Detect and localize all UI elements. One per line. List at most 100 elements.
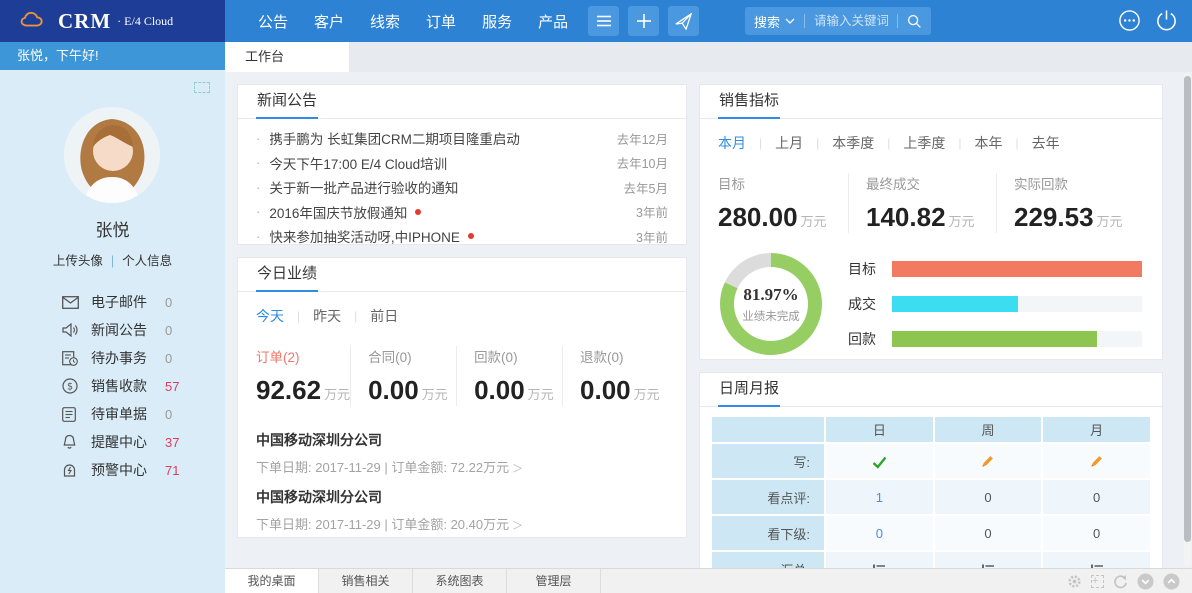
greeting-bar: 张悦，下午好!	[0, 42, 225, 70]
alarm-icon	[62, 462, 79, 479]
tab-workspace[interactable]: 工作台	[225, 42, 349, 72]
bar-collected: 回款	[848, 329, 1142, 349]
menu-hamburger-button[interactable]	[588, 6, 619, 36]
tab-sales-related[interactable]: 销售相关	[319, 569, 413, 593]
sidebar-item-email[interactable]: 电子邮件 0	[0, 288, 225, 316]
gear-icon	[1067, 574, 1082, 589]
hamburger-icon	[596, 15, 612, 27]
news-item[interactable]: · 快来参加抽奖活动呀,中IPHONE 3年前	[256, 224, 668, 249]
bell-icon	[62, 434, 79, 451]
add-button[interactable]	[628, 6, 659, 36]
tab-this-month[interactable]: 本月	[718, 133, 746, 153]
col-week: 周	[935, 417, 1042, 442]
today-stats: 订单(2) 92.62万元 合同(0) 0.00万元 回款(0) 0.00万元 …	[238, 346, 686, 406]
report-header-row: 日 周 月	[712, 417, 1150, 442]
tab-last-month[interactable]: 上月	[775, 133, 803, 153]
tab-system-charts[interactable]: 系统图表	[413, 569, 507, 593]
news-panel-header: 新闻公告	[238, 85, 686, 119]
mail-icon	[62, 294, 79, 311]
logout-button[interactable]	[1155, 9, 1178, 37]
sidebar-item-alerts[interactable]: 预警中心 71	[0, 456, 225, 484]
topbar-quick-buttons	[588, 6, 699, 36]
nav-item-product[interactable]: 产品	[538, 11, 568, 32]
bottom-tabbar: 我的桌面 销售相关 系统图表 管理层	[225, 568, 1192, 593]
sidebar-item-receivables[interactable]: $ 销售收款 57	[0, 372, 225, 400]
nav-item-customer[interactable]: 客户	[314, 11, 344, 32]
collapse-sidebar-icon[interactable]	[194, 82, 210, 93]
badge-count: 0	[165, 407, 172, 422]
paper-plane-icon	[675, 13, 692, 30]
tab-today[interactable]: 今天	[256, 306, 284, 326]
search-scope-dropdown[interactable]: 搜索	[754, 12, 780, 31]
report-table: 日 周 月 写: 看点评: 1 0 0 看下级: 0 0 0	[710, 415, 1152, 568]
tab-this-year[interactable]: 本年	[975, 133, 1003, 153]
news-item[interactable]: · 关于新一批产品进行验收的通知 去年5月	[256, 175, 668, 200]
sidebar: 张悦 上传头像|个人信息 电子邮件 0 新闻公告 0 待办事务 0 $ 销售收款…	[0, 70, 225, 593]
divider	[804, 14, 805, 28]
svg-text:$: $	[67, 382, 73, 393]
top-nav-menu: 公告 客户 线索 订单 服务 产品	[225, 0, 568, 42]
unread-dot	[415, 209, 421, 215]
sidebar-item-news[interactable]: 新闻公告 0	[0, 316, 225, 344]
brand-name: CRM	[58, 9, 111, 34]
report-row-view-comments: 看点评: 1 0 0	[712, 480, 1150, 514]
tab-this-quarter[interactable]: 本季度	[832, 133, 874, 153]
news-item[interactable]: · 今天下午17:00 E/4 Cloud培训 去年10月	[256, 151, 668, 176]
scrollbar-thumb[interactable]	[1184, 76, 1191, 542]
scroll-up-button[interactable]	[1163, 573, 1180, 590]
tab-day-before[interactable]: 前日	[370, 306, 398, 326]
sidebar-menu: 电子邮件 0 新闻公告 0 待办事务 0 $ 销售收款 57 待审单据 0 提醒…	[0, 288, 225, 484]
news-list: · 携手鹏为 长虹集团CRM二期项目隆重启动 去年12月 · 今天下午17:00…	[238, 119, 686, 249]
add-widget-button[interactable]	[1091, 575, 1104, 588]
divider	[897, 14, 898, 28]
profile-link[interactable]: 个人信息	[122, 254, 172, 268]
report-row-summary: 汇总:	[712, 552, 1150, 568]
search-icon	[907, 14, 922, 29]
power-icon	[1155, 9, 1178, 32]
sidebar-item-todo[interactable]: 待办事务 0	[0, 344, 225, 372]
tab-last-year[interactable]: 去年	[1032, 133, 1060, 153]
nav-item-leads[interactable]: 线索	[370, 11, 400, 32]
order-item[interactable]: 中国移动深圳分公司 下单日期: 2017-11-29 | 订单金额: 72.22…	[256, 430, 668, 476]
badge-count: 71	[165, 463, 179, 478]
search-input[interactable]	[814, 14, 888, 28]
logo: CRM E/4 Cloud	[0, 0, 225, 42]
tab-yesterday[interactable]: 昨天	[313, 306, 341, 326]
upload-avatar-link[interactable]: 上传头像	[53, 254, 103, 268]
nav-item-announce[interactable]: 公告	[258, 11, 288, 32]
search-bar: 搜索	[745, 7, 931, 35]
badge-count: 0	[165, 323, 172, 338]
news-item[interactable]: · 2016年国庆节放假通知 3年前	[256, 200, 668, 225]
stat-orders: 订单(2) 92.62万元	[256, 346, 350, 406]
scroll-down-button[interactable]	[1137, 573, 1154, 590]
tab-last-quarter[interactable]: 上季度	[903, 133, 945, 153]
plus-icon	[637, 14, 651, 28]
news-item[interactable]: · 携手鹏为 长虹集团CRM二期项目隆重启动 去年12月	[256, 126, 668, 151]
settings-button[interactable]	[1067, 574, 1082, 589]
nav-item-service[interactable]: 服务	[482, 11, 512, 32]
today-tabs: 今天 | 昨天 | 前日	[238, 292, 686, 326]
avatar[interactable]	[64, 107, 160, 203]
sidebar-item-pending-docs[interactable]: 待审单据 0	[0, 400, 225, 428]
send-button[interactable]	[668, 6, 699, 36]
more-options-button[interactable]	[1118, 9, 1141, 37]
tab-management[interactable]: 管理层	[507, 569, 601, 593]
workspace-tabstrip: 工作台	[225, 42, 1192, 72]
tab-my-desktop[interactable]: 我的桌面	[225, 569, 319, 593]
ellipsis-circle-icon	[1118, 9, 1141, 32]
donut-label: 业绩未完成	[742, 308, 800, 324]
stat-payments: 回款(0) 0.00万元	[456, 346, 562, 406]
badge-count: 0	[165, 295, 172, 310]
today-order-list: 中国移动深圳分公司 下单日期: 2017-11-29 | 订单金额: 72.22…	[238, 430, 686, 533]
brand-suffix: E/4 Cloud	[117, 14, 173, 29]
chevron-down-icon	[785, 18, 795, 24]
search-submit-button[interactable]	[907, 14, 922, 29]
document-icon	[62, 406, 79, 423]
col-day: 日	[826, 417, 933, 442]
nav-item-orders[interactable]: 订单	[426, 11, 456, 32]
stat-closed: 最终成交 140.82万元	[848, 173, 996, 233]
refresh-button[interactable]	[1113, 574, 1128, 589]
order-item[interactable]: 中国移动深圳分公司 下单日期: 2017-11-29 | 订单金额: 20.40…	[256, 487, 668, 533]
user-name: 张悦	[0, 216, 225, 241]
sidebar-item-reminders[interactable]: 提醒中心 37	[0, 428, 225, 456]
